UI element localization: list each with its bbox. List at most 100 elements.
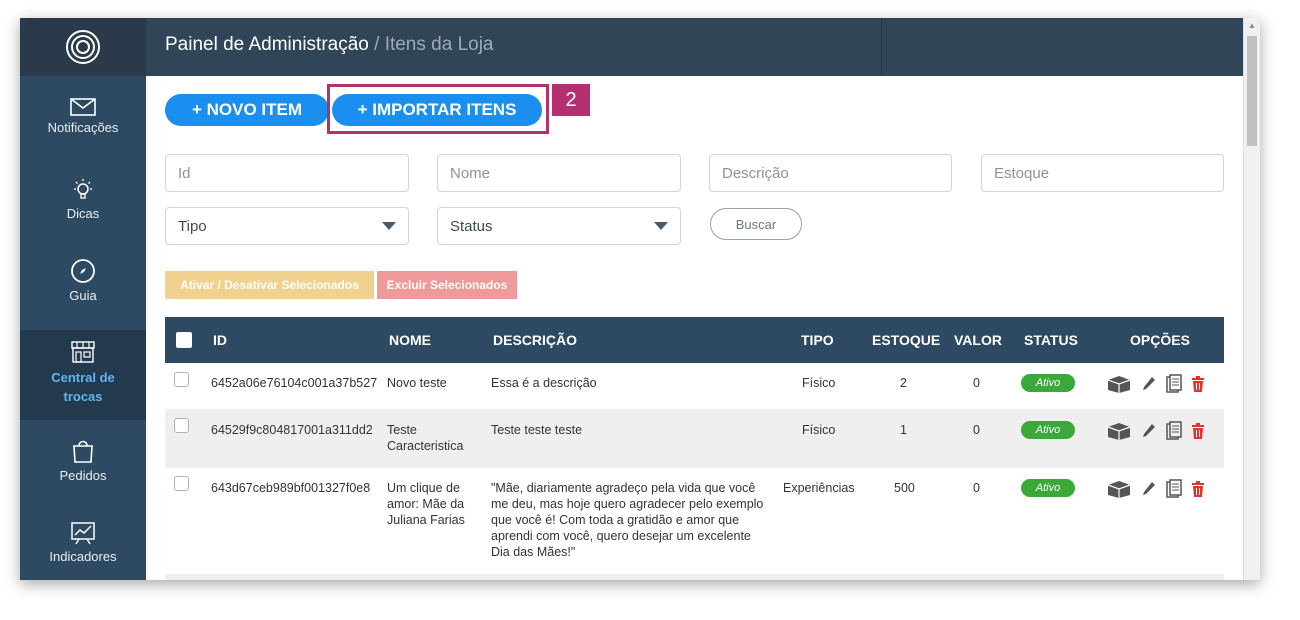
sidebar-item-label: Pedidos — [59, 468, 107, 483]
row-name: Teste Caracteristica — [387, 423, 464, 453]
sidebar-item-notificacoes[interactable]: Notificações — [20, 98, 146, 158]
row-checkbox[interactable] — [174, 418, 189, 433]
header-divider — [881, 18, 882, 76]
sidebar-item-label: Notificações — [47, 120, 119, 135]
breadcrumb-current: Itens da Loja — [384, 34, 494, 55]
type-select-value: Tipo — [178, 217, 207, 235]
row-value: 0 — [973, 376, 980, 390]
row-value: 0 — [973, 423, 980, 437]
pencil-icon[interactable] — [1141, 422, 1157, 440]
lightbulb-icon — [74, 179, 92, 199]
row-id: 6452a06e76104c001a37b527 — [211, 376, 378, 390]
status-select[interactable]: Status — [437, 207, 681, 245]
sidebar-item-label: Central de trocas — [51, 370, 115, 404]
row-type: Físico — [802, 423, 836, 437]
row-checkbox[interactable] — [174, 476, 189, 491]
chart-board-icon — [71, 522, 95, 545]
new-item-button[interactable]: + NOVO ITEM — [165, 94, 329, 126]
id-filter-input[interactable]: Id — [165, 154, 409, 192]
breadcrumb-separator: / — [368, 34, 385, 55]
column-header-options: OPÇÕES — [1130, 332, 1190, 348]
copy-document-icon[interactable] — [1166, 421, 1182, 441]
page-title-main: Painel de Administração — [165, 34, 369, 55]
items-table: ID NOME DESCRIÇÃO TIPO ESTOQUE VALOR STA… — [165, 317, 1224, 580]
table-header: ID NOME DESCRIÇÃO TIPO ESTOQUE VALOR STA… — [165, 317, 1224, 363]
table-row[interactable]: 643d67ceb989bf001327f0e8 Um clique de am… — [165, 468, 1224, 575]
chevron-down-icon — [654, 222, 668, 230]
select-all-checkbox[interactable] — [176, 332, 192, 348]
store-icon — [71, 341, 95, 363]
row-description: "Mãe, diariamente agradeço pela vida que… — [491, 481, 764, 559]
row-stock: 500 — [894, 481, 915, 495]
shopping-bag-icon — [73, 440, 93, 463]
row-options — [1106, 374, 1205, 394]
pencil-icon[interactable] — [1141, 480, 1157, 498]
status-badge[interactable]: Ativo — [1021, 479, 1075, 497]
column-header-name[interactable]: NOME — [389, 332, 431, 348]
callout-badge: 2 — [552, 84, 590, 116]
logo[interactable] — [20, 18, 146, 76]
table-row[interactable]: 64529f9c804817001a311dd2 Teste Caracteri… — [165, 410, 1224, 468]
sidebar-item-pedidos[interactable]: Pedidos — [20, 438, 146, 498]
scrollbar-thumb[interactable] — [1247, 36, 1257, 146]
row-value: 0 — [973, 481, 980, 495]
sidebar-item-guia[interactable]: Guia — [20, 258, 146, 318]
row-stock: 2 — [900, 376, 907, 390]
box-transfer-icon[interactable] — [1106, 374, 1132, 394]
table-row — [165, 575, 1224, 580]
toggle-selected-button[interactable]: Ativar / Desativar Selecionados — [165, 271, 374, 299]
logo-icon — [66, 30, 100, 64]
column-header-stock[interactable]: ESTOQUE — [872, 332, 940, 348]
main-content: + NOVO ITEM + IMPORTAR ITENS 2 Id Nome D… — [146, 76, 1244, 580]
type-select[interactable]: Tipo — [165, 207, 409, 245]
description-filter-input[interactable]: Descrição — [709, 154, 952, 192]
delete-selected-button[interactable]: Excluir Selecionados — [377, 271, 517, 299]
page-title: Painel de Administração / Itens da Loja — [165, 34, 494, 56]
row-description: Teste teste teste — [491, 423, 583, 437]
sidebar-item-label: Dicas — [66, 206, 100, 221]
name-filter-input[interactable]: Nome — [437, 154, 681, 192]
column-header-status[interactable]: STATUS — [1024, 332, 1078, 348]
row-checkbox[interactable] — [174, 372, 189, 387]
row-options — [1106, 421, 1205, 441]
trash-icon[interactable] — [1191, 480, 1205, 498]
sidebar-item-dicas[interactable]: Dicas — [20, 178, 146, 238]
callout-highlight-box — [327, 84, 549, 134]
vertical-scrollbar[interactable]: ▲ — [1243, 18, 1260, 580]
column-header-value[interactable]: VALOR — [954, 332, 1002, 348]
status-badge[interactable]: Ativo — [1021, 421, 1075, 439]
box-transfer-icon[interactable] — [1106, 421, 1132, 441]
column-header-description[interactable]: DESCRIÇÃO — [493, 332, 577, 348]
search-button[interactable]: Buscar — [710, 208, 802, 240]
row-name: Um clique de amor: Mãe da Juliana Farias — [387, 481, 465, 527]
sidebar-item-label: Indicadores — [49, 549, 117, 564]
trash-icon[interactable] — [1191, 375, 1205, 393]
pencil-icon[interactable] — [1141, 375, 1157, 393]
row-type: Físico — [802, 376, 836, 390]
chevron-down-icon — [382, 222, 396, 230]
copy-document-icon[interactable] — [1166, 374, 1182, 394]
stock-filter-input[interactable]: Estoque — [981, 154, 1224, 192]
row-id: 64529f9c804817001a311dd2 — [211, 423, 373, 437]
sidebar-item-central-de-trocas[interactable]: Central de trocas — [20, 330, 146, 420]
box-transfer-icon[interactable] — [1106, 479, 1132, 499]
header: Painel de Administração / Itens da Loja — [146, 18, 1260, 76]
sidebar-item-label: Guia — [69, 288, 97, 303]
row-name: Novo teste — [387, 376, 447, 390]
row-description: Essa é a descrição — [491, 376, 597, 390]
scroll-up-arrow-icon[interactable]: ▲ — [1248, 21, 1256, 30]
table-row[interactable]: 6452a06e76104c001a37b527 Novo teste Essa… — [165, 363, 1224, 410]
sidebar: Notificações Dicas Guia Central de troca… — [20, 18, 146, 580]
app-window: Notificações Dicas Guia Central de troca… — [20, 18, 1260, 580]
compass-icon — [71, 259, 95, 283]
sidebar-item-indicadores[interactable]: Indicadores — [20, 521, 146, 580]
status-select-value: Status — [450, 217, 493, 235]
copy-document-icon[interactable] — [1166, 479, 1182, 499]
column-header-id[interactable]: ID — [213, 332, 227, 348]
row-stock: 1 — [900, 423, 907, 437]
column-header-type[interactable]: TIPO — [801, 332, 834, 348]
mail-icon — [70, 98, 96, 116]
status-badge[interactable]: Ativo — [1021, 374, 1075, 392]
trash-icon[interactable] — [1191, 422, 1205, 440]
row-options — [1106, 479, 1205, 499]
